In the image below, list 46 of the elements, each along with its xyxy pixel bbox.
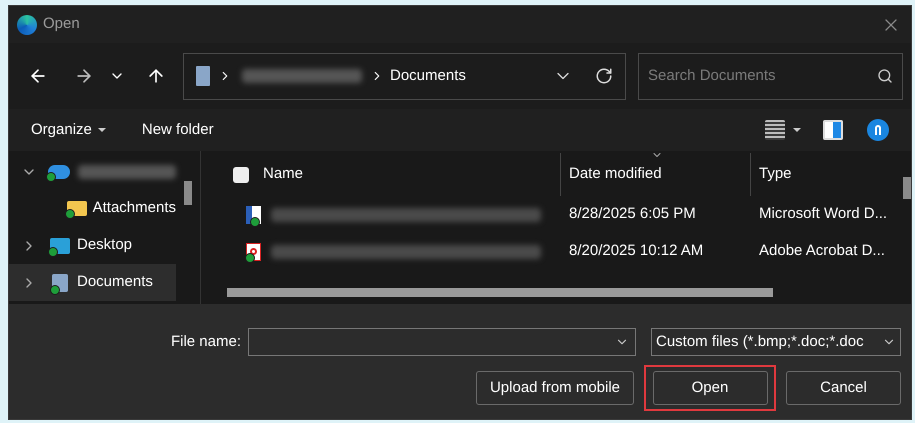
sidebar-item[interactable]: Desktop xyxy=(9,227,176,264)
refresh-icon[interactable] xyxy=(595,67,613,85)
desktop-icon xyxy=(50,238,70,254)
dialog-button[interactable]: Cancel xyxy=(786,371,901,405)
browser-logo-icon xyxy=(17,14,37,34)
sidebar-item[interactable]: Attachments xyxy=(9,190,176,227)
file-name-label: File name: xyxy=(170,332,241,352)
documents-icon xyxy=(52,274,68,292)
column-header[interactable]: Type xyxy=(751,153,911,196)
select-all-checkbox[interactable] xyxy=(233,166,249,182)
window-title: Open xyxy=(43,14,80,34)
type-cell-text: Microsoft Word D... xyxy=(758,204,888,224)
horizontal-scrollbar-thumb[interactable] xyxy=(227,288,773,297)
file-type-dropdown[interactable]: Custom files (*.bmp;*.doc;*.doc xyxy=(651,328,901,356)
preview-pane-button[interactable] xyxy=(823,120,843,140)
new-folder-button[interactable]: New folder xyxy=(142,118,214,142)
sidebar-label: Documents xyxy=(77,272,153,292)
view-options-button[interactable] xyxy=(765,120,801,140)
file-row[interactable]: 8/20/2025 10:12 AM Adobe Acrobat D... xyxy=(201,233,911,270)
organize-menu[interactable]: Organize xyxy=(31,118,106,142)
cloud-icon xyxy=(48,164,70,178)
sidebar-label: Attachments xyxy=(92,198,176,218)
dialog-button[interactable]: Upload from mobile xyxy=(476,371,634,405)
address-bar[interactable]: Documents xyxy=(183,52,626,100)
search-field[interactable]: Search Documents xyxy=(648,64,877,88)
help-button[interactable] xyxy=(867,119,889,141)
file-row[interactable]: 8/28/2025 6:05 PM Microsoft Word D... xyxy=(201,196,911,233)
dialog-button[interactable]: Open xyxy=(652,371,768,405)
scrollbar-thumb[interactable] xyxy=(184,181,192,205)
sidebar-item[interactable]: Documents xyxy=(9,264,176,301)
column-header[interactable]: Date modified xyxy=(561,153,751,196)
search-box[interactable]: Search Documents xyxy=(638,52,903,100)
column-header[interactable]: Name xyxy=(201,153,561,196)
date-cell-text: 8/20/2025 10:12 AM xyxy=(568,241,704,262)
documents-icon xyxy=(196,66,210,86)
caret-icon xyxy=(793,128,801,132)
list-view-icon xyxy=(765,120,785,140)
sidebar-label: Desktop xyxy=(77,235,132,256)
pdf-document-icon xyxy=(246,242,261,260)
folder-icon xyxy=(67,201,88,216)
date-cell-text: 8/28/2025 6:05 PM xyxy=(568,204,697,224)
type-cell-text: Adobe Acrobat D... xyxy=(758,241,885,262)
vertical-scrollbar-thumb[interactable] xyxy=(903,177,911,199)
search-icon[interactable] xyxy=(877,68,893,84)
path-segment[interactable]: Documents xyxy=(390,64,466,88)
file-name-field[interactable] xyxy=(248,328,636,356)
